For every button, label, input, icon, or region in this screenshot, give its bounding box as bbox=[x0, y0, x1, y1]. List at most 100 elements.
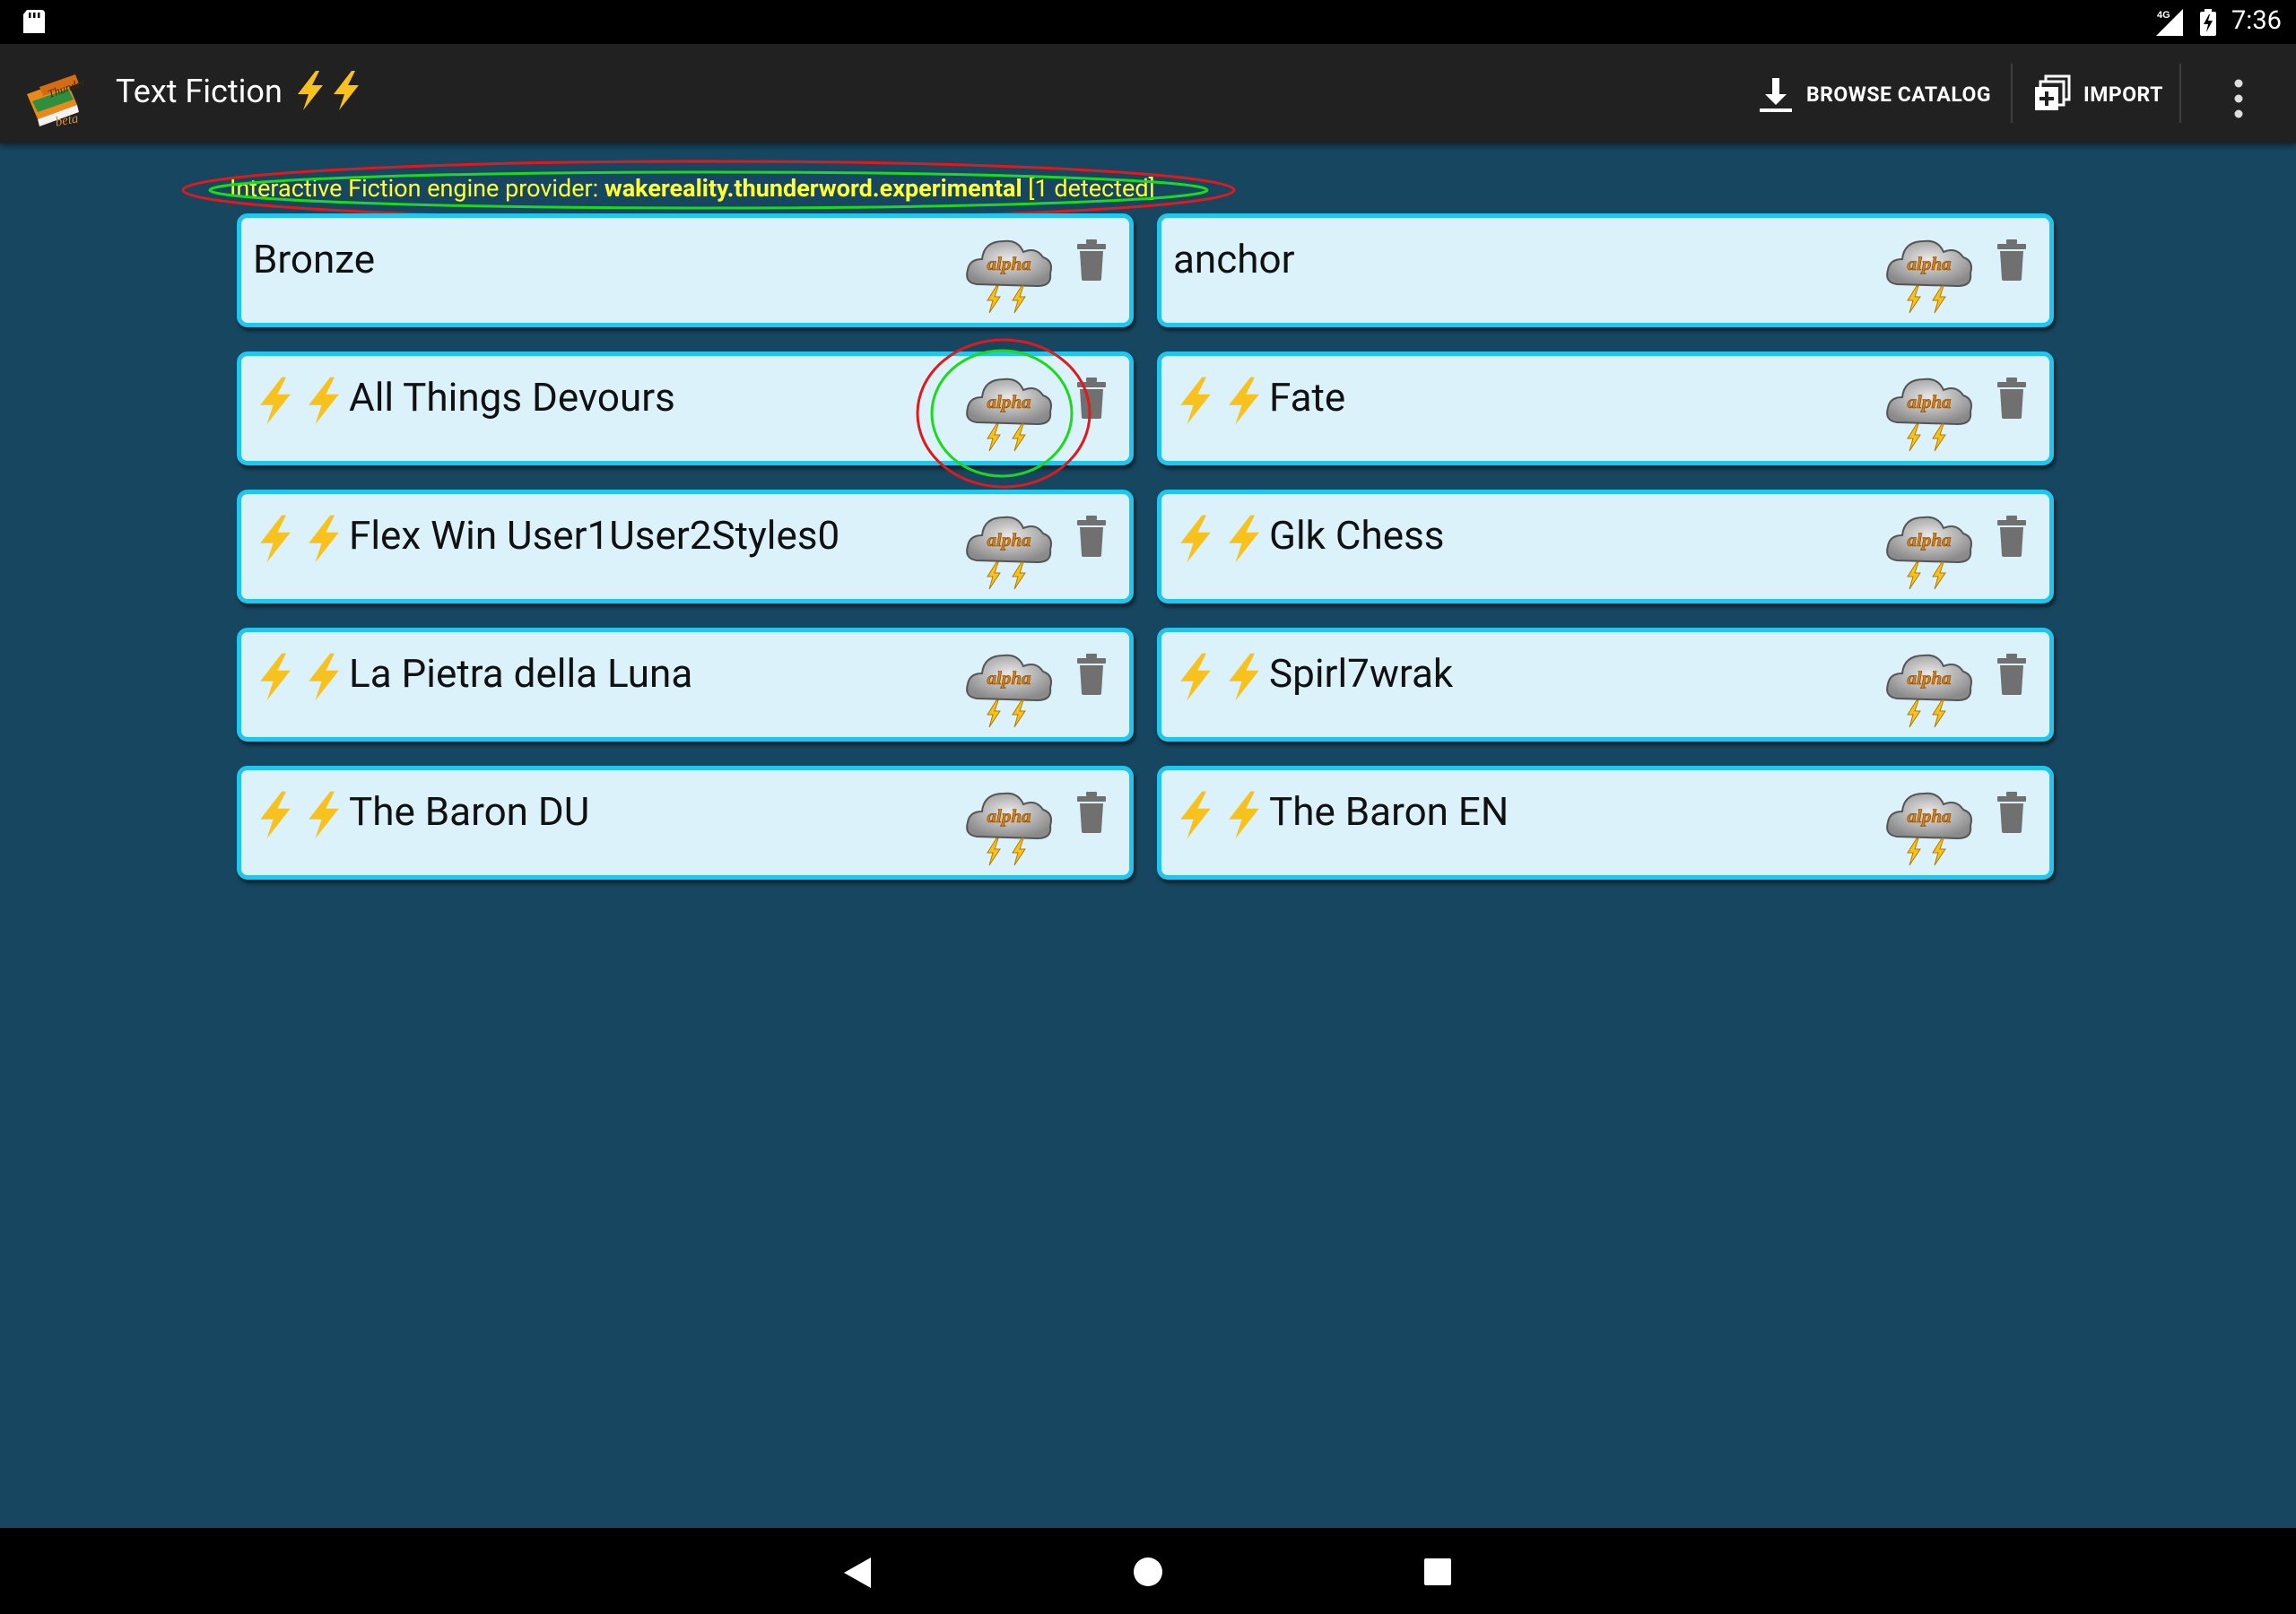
story-bolts bbox=[254, 790, 345, 840]
engine-provider-text: Interactive Fiction engine provider: wak… bbox=[230, 174, 1155, 203]
delete-icon[interactable] bbox=[1076, 654, 1107, 695]
back-icon[interactable] bbox=[840, 1556, 873, 1590]
clock: 7:36 bbox=[2231, 5, 2282, 36]
overflow-menu-icon[interactable] bbox=[2226, 74, 2251, 123]
story-title: Fate bbox=[1269, 374, 1346, 421]
provider-name: wakereality.thunderword.experimental bbox=[604, 174, 1022, 203]
lightning-bolt-icon bbox=[298, 71, 323, 110]
story-card-3[interactable]: All Things Devours alpha bbox=[237, 338, 1134, 489]
alpha-engine-cloud-icon[interactable]: alpha bbox=[1884, 783, 1974, 867]
lightning-bolt-icon bbox=[1180, 653, 1211, 701]
home-icon[interactable] bbox=[1133, 1557, 1163, 1587]
action-divider bbox=[2011, 64, 2013, 123]
alpha-badge-text: alpha bbox=[987, 805, 1031, 827]
recents-icon[interactable] bbox=[1423, 1558, 1452, 1586]
alpha-badge-text: alpha bbox=[1907, 253, 1951, 274]
browse-catalog-button[interactable]: BROWSE CATALOG bbox=[1754, 69, 1991, 119]
lightning-bolt-icon bbox=[260, 653, 291, 701]
alpha-badge-text: alpha bbox=[987, 253, 1031, 274]
lightning-bolt-icon bbox=[1229, 653, 1259, 701]
story-title: La Pietra della Luna bbox=[349, 650, 693, 697]
alpha-engine-cloud-icon[interactable]: alpha bbox=[964, 645, 1054, 729]
lightning-bolt-icon bbox=[309, 791, 339, 839]
story-title: Spirl7wrak bbox=[1269, 650, 1454, 697]
app-title: Text Fiction bbox=[116, 73, 283, 110]
lightning-bolt-icon bbox=[1180, 791, 1211, 839]
lightning-bolt-icon bbox=[1180, 515, 1211, 563]
story-title: The Baron EN bbox=[1269, 788, 1509, 835]
story-bolts bbox=[1174, 514, 1265, 564]
title-bolts bbox=[292, 71, 364, 114]
story-card-8[interactable]: Spirl7wrak alpha bbox=[1157, 628, 2054, 742]
lightning-bolt-icon bbox=[309, 515, 339, 563]
alpha-engine-cloud-icon[interactable]: alpha bbox=[1884, 369, 1974, 453]
lightning-bolt-icon bbox=[260, 515, 291, 563]
lightning-bolt-icon bbox=[1229, 377, 1259, 425]
alpha-badge-text: alpha bbox=[1907, 391, 1951, 412]
delete-icon[interactable] bbox=[1076, 239, 1107, 281]
sd-card-icon bbox=[23, 10, 45, 33]
delete-icon[interactable] bbox=[1996, 792, 2027, 833]
provider-count: [1 detected] bbox=[1022, 174, 1155, 203]
delete-icon[interactable] bbox=[1076, 516, 1107, 557]
story-bolts bbox=[254, 376, 345, 426]
import-button[interactable]: IMPORT bbox=[2031, 69, 2163, 119]
story-card-9[interactable]: The Baron DU alpha bbox=[237, 766, 1134, 880]
alpha-engine-cloud-icon[interactable]: alpha bbox=[964, 783, 1054, 867]
story-title: All Things Devours bbox=[349, 374, 675, 421]
action-divider bbox=[2179, 64, 2181, 123]
lightning-bolt-icon bbox=[1229, 515, 1259, 563]
alpha-badge-text: alpha bbox=[987, 529, 1031, 551]
story-title: The Baron DU bbox=[349, 788, 590, 835]
lightning-bolt-icon bbox=[1229, 791, 1259, 839]
alpha-engine-cloud-icon[interactable]: alpha bbox=[1884, 230, 1974, 315]
import-label: IMPORT bbox=[2083, 82, 2163, 107]
svg-text:4G: 4G bbox=[2157, 10, 2170, 21]
app-bar: Thunder beta Text Fiction BROWSE CATALOG… bbox=[0, 44, 2296, 143]
story-card-1[interactable]: Bronze alpha bbox=[237, 213, 1134, 327]
alpha-badge-text: alpha bbox=[987, 667, 1031, 689]
story-card-2[interactable]: anchor alpha bbox=[1157, 213, 2054, 327]
alpha-engine-cloud-icon[interactable]: alpha bbox=[964, 369, 1054, 453]
lightning-bolt-icon bbox=[260, 791, 291, 839]
story-card-7[interactable]: La Pietra della Luna alpha bbox=[237, 628, 1134, 742]
battery-charging-icon bbox=[2200, 9, 2216, 36]
lightning-bolt-icon bbox=[334, 71, 359, 110]
story-title: Bronze bbox=[253, 236, 376, 282]
story-card-5[interactable]: Flex Win User1User2Styles0 alpha bbox=[237, 490, 1134, 603]
story-bolts bbox=[1174, 376, 1265, 426]
alpha-engine-cloud-icon[interactable]: alpha bbox=[1884, 645, 1974, 729]
story-bolts bbox=[1174, 652, 1265, 702]
svg-text:beta: beta bbox=[54, 111, 79, 129]
browse-catalog-label: BROWSE CATALOG bbox=[1806, 82, 1992, 107]
story-card-4[interactable]: Fate alpha bbox=[1157, 351, 2054, 465]
lightning-bolt-icon bbox=[309, 653, 339, 701]
delete-icon[interactable] bbox=[1996, 377, 2027, 419]
provider-label: Interactive Fiction engine provider: bbox=[230, 174, 604, 203]
alpha-badge-text: alpha bbox=[1907, 805, 1951, 827]
lightning-bolt-icon bbox=[1180, 377, 1211, 425]
delete-icon[interactable] bbox=[1996, 654, 2027, 695]
app-logo-icon: Thunder beta bbox=[27, 74, 89, 130]
alpha-engine-cloud-icon[interactable]: alpha bbox=[964, 230, 1054, 315]
lightning-bolt-icon bbox=[260, 377, 291, 425]
story-bolts bbox=[254, 514, 345, 564]
download-icon bbox=[1760, 78, 1792, 112]
alpha-badge-text: alpha bbox=[1907, 667, 1951, 689]
delete-icon[interactable] bbox=[1996, 239, 2027, 281]
alpha-engine-cloud-icon[interactable]: alpha bbox=[964, 507, 1054, 591]
story-card-6[interactable]: Glk Chess alpha bbox=[1157, 490, 2054, 603]
story-card-10[interactable]: The Baron EN alpha bbox=[1157, 766, 2054, 880]
story-bolts bbox=[254, 652, 345, 702]
alpha-badge-text: alpha bbox=[987, 391, 1031, 412]
lightning-bolt-icon bbox=[309, 377, 339, 425]
delete-icon[interactable] bbox=[1996, 516, 2027, 557]
story-bolts bbox=[1174, 790, 1265, 840]
status-bar: 4G 7:36 bbox=[0, 0, 2296, 44]
navigation-bar bbox=[0, 1528, 2296, 1614]
add-to-library-icon bbox=[2035, 74, 2071, 110]
delete-icon[interactable] bbox=[1076, 377, 1107, 419]
story-title: anchor bbox=[1173, 236, 1295, 282]
delete-icon[interactable] bbox=[1076, 792, 1107, 833]
alpha-engine-cloud-icon[interactable]: alpha bbox=[1884, 507, 1974, 591]
